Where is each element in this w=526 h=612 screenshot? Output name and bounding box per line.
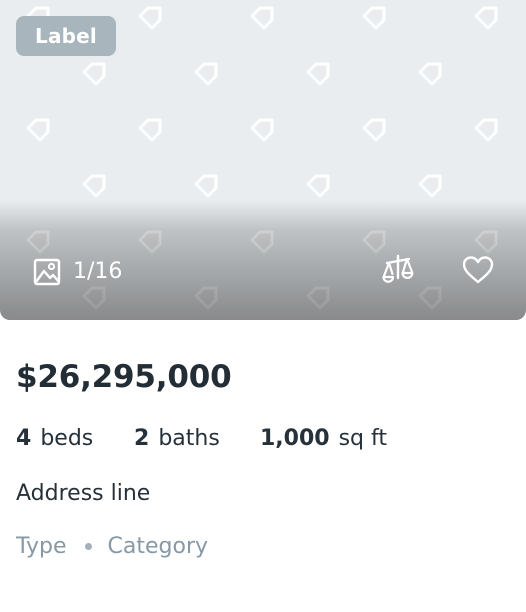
listing-type: Type [16, 533, 67, 559]
beds-stat: 4 beds [16, 426, 134, 451]
separator-dot [84, 542, 92, 550]
photo-count-text: 1/16 [73, 259, 123, 284]
baths-unit: baths [158, 425, 220, 451]
listing-price: $26,295,000 [16, 359, 232, 395]
listing-card[interactable]: Label 1/16 $26,295,000 4 beds 2 baths 1,… [0, 0, 526, 612]
balance-scale-icon [381, 254, 415, 290]
heart-icon [461, 255, 495, 289]
area-stat: 1,000 sq ft [260, 426, 387, 451]
compare-button[interactable] [380, 254, 416, 290]
listing-photo[interactable]: Label 1/16 [0, 0, 526, 320]
area-unit: sq ft [338, 425, 387, 451]
favorite-button[interactable] [460, 255, 496, 289]
listing-meta: Type Category [16, 530, 208, 562]
image-icon [33, 258, 61, 286]
listing-stats: 4 beds 2 baths 1,000 sq ft [16, 422, 387, 454]
listing-category: Category [107, 533, 209, 559]
baths-count: 2 [134, 425, 150, 451]
beds-count: 4 [16, 425, 32, 451]
area-value: 1,000 [260, 425, 330, 451]
listing-address: Address line [16, 481, 151, 506]
baths-stat: 2 baths [134, 426, 260, 451]
listing-label-badge: Label [16, 16, 116, 56]
beds-unit: beds [40, 425, 94, 451]
photo-counter[interactable]: 1/16 [33, 257, 122, 287]
